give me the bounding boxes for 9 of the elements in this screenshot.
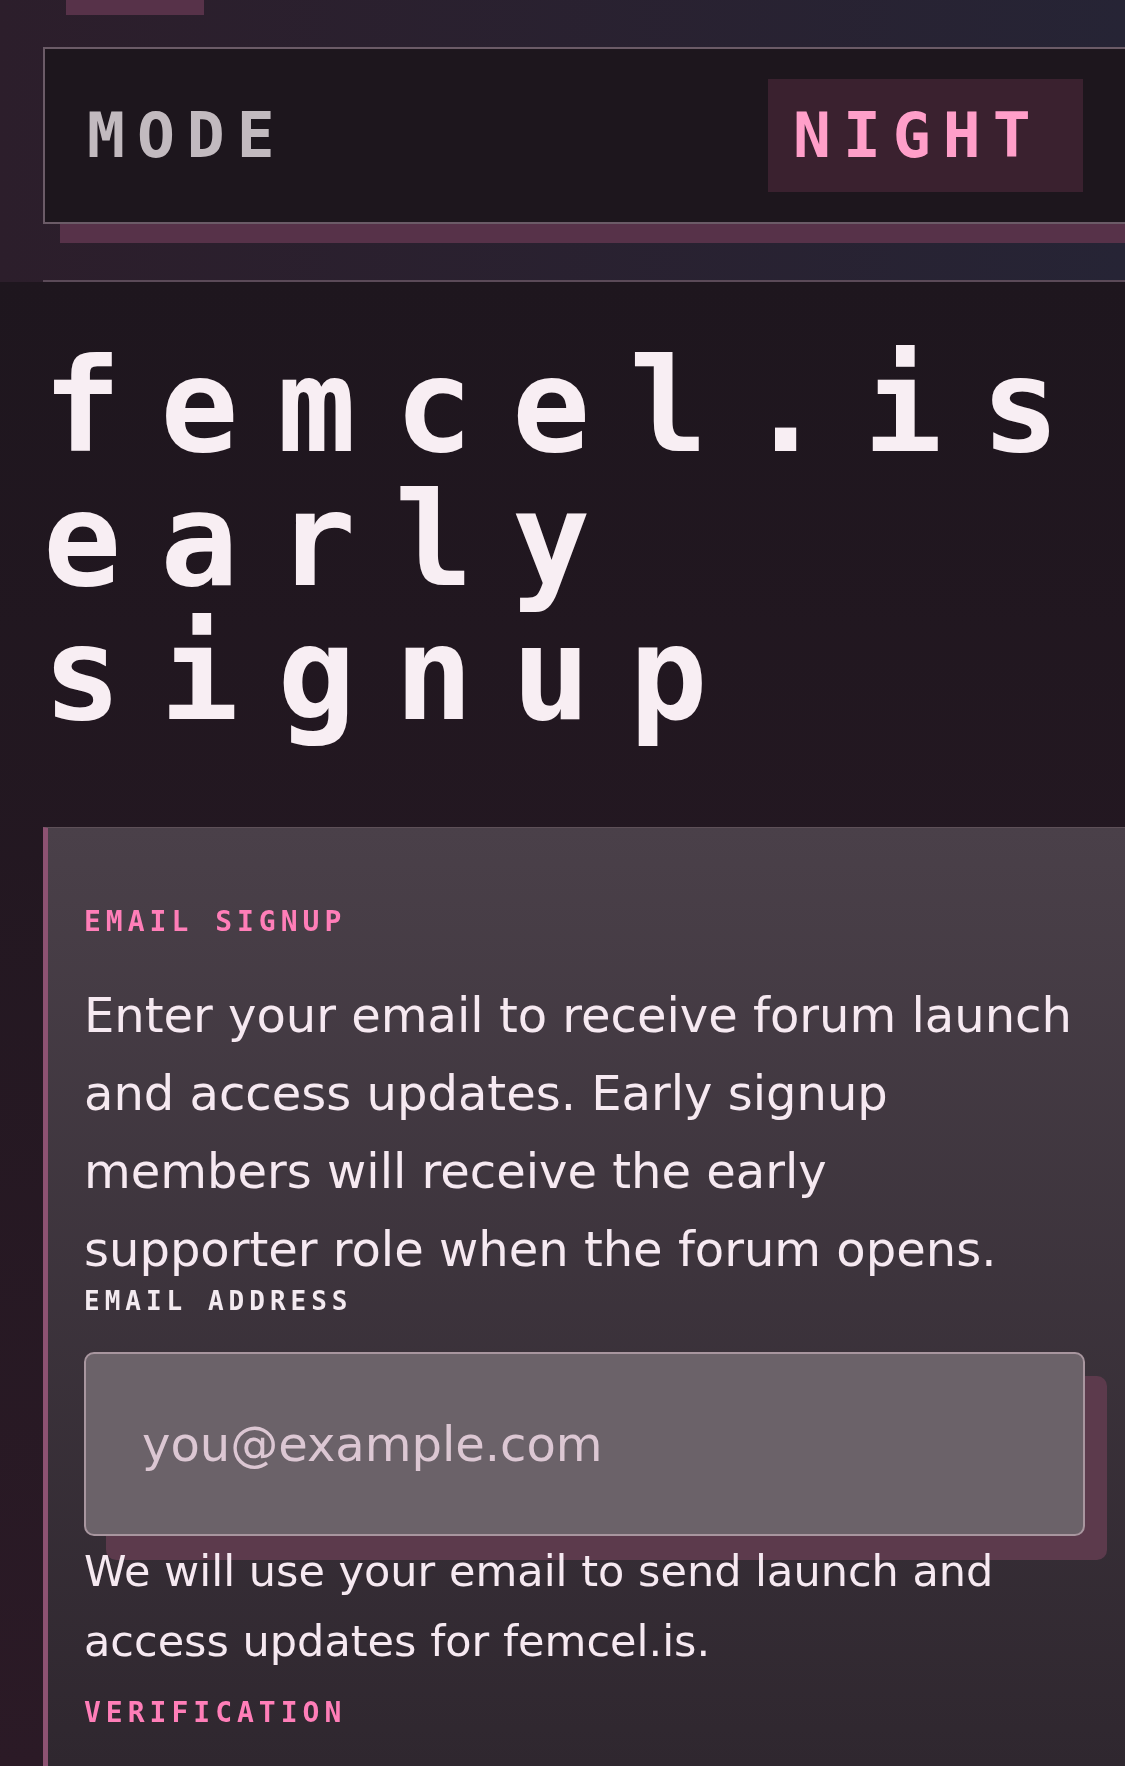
email-label: EMAIL ADDRESS bbox=[84, 1287, 354, 1314]
section-heading: VERIFICATION bbox=[84, 1695, 348, 1730]
night-mode-toggle[interactable]: NIGHT bbox=[768, 79, 1083, 192]
section-eyebrow: EMAIL SIGNUP bbox=[84, 905, 348, 939]
email-input[interactable]: you@example.com bbox=[84, 1351, 1085, 1536]
signup-description: Enter your email to receive forum launch and access updates. Early signup members will receive the early supporter role when the forum opens. bbox=[84, 985, 1073, 1279]
page-title: femcel.is early signup bbox=[43, 329, 1100, 752]
mode-label: MODE bbox=[87, 104, 287, 167]
email-help-text: We will use your email to send launch and access updates for femcel.is. bbox=[84, 1544, 995, 1668]
